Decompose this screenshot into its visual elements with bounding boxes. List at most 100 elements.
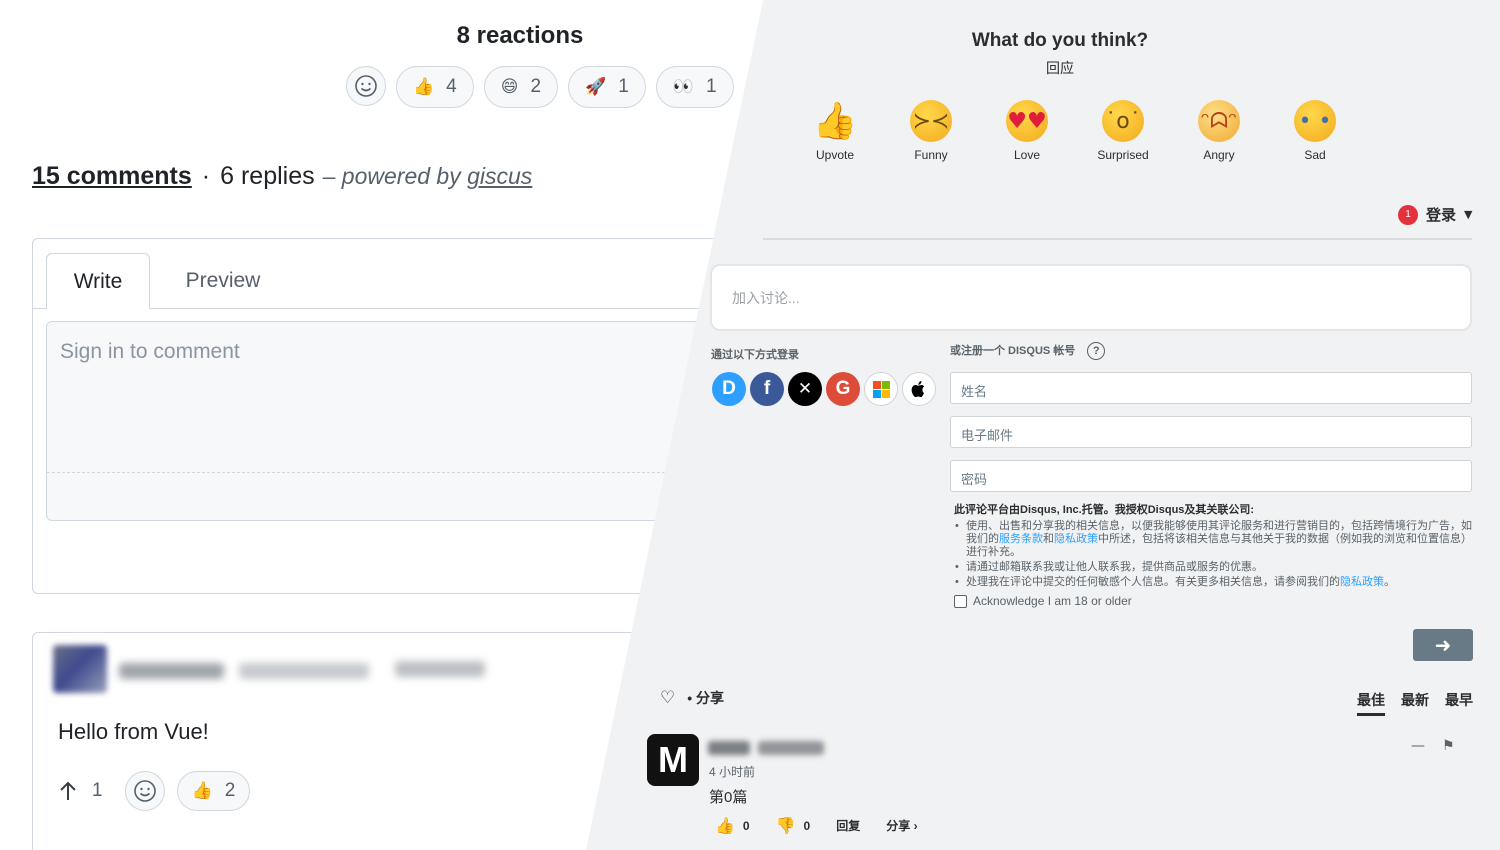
reaction-label: Surprised <box>1097 148 1149 162</box>
header-divider <box>763 238 1472 240</box>
flag-icon[interactable]: ⚑ <box>1442 738 1455 754</box>
heart-icon[interactable]: ♡ <box>660 688 675 708</box>
reaction-count: 4 <box>446 76 457 97</box>
comments-meta: 15 comments · 6 replies – powered by giscus <box>32 162 532 191</box>
giscus-link[interactable]: giscus <box>467 163 532 189</box>
reaction-label: Sad <box>1304 148 1326 162</box>
privacy-policy-link[interactable]: 隐私政策 <box>1054 533 1098 545</box>
comment-actions: 1 👍 2 <box>58 771 251 811</box>
register-label-row: 或注册一个 DISQUS 帐号? <box>950 342 1106 361</box>
avatar <box>53 645 107 693</box>
comment-body: 第0篇 <box>709 789 748 806</box>
register-label: 或注册一个 DISQUS 帐号 <box>950 345 1076 357</box>
sad-face-icon: • • <box>1294 100 1336 142</box>
reaction-surprised[interactable]: ˙o˙ Surprised <box>1075 100 1171 162</box>
dislike-count: 0 <box>803 818 811 833</box>
avatar[interactable]: M <box>647 734 699 786</box>
submit-arrow-button[interactable]: ➜ <box>1413 629 1473 661</box>
disqus-subtitle: 回应 <box>1046 60 1074 76</box>
funny-face-icon: ≻≺ <box>910 100 952 142</box>
name-field[interactable]: 姓名 <box>950 372 1472 404</box>
love-face-icon: ♥♥ <box>1006 100 1048 142</box>
sort-newest[interactable]: 最新 <box>1401 690 1429 710</box>
terms-item: 请通过邮箱联系我或让他人联系我，提供商品或服务的优惠。 <box>954 561 1474 574</box>
privacy-policy-link[interactable]: 隐私政策 <box>1340 576 1384 588</box>
help-icon[interactable]: ? <box>1087 342 1106 361</box>
comments-count-link[interactable]: 15 comments <box>32 162 192 190</box>
disqus-login-icon[interactable]: D <box>712 372 746 406</box>
like-icon[interactable]: 👍 <box>715 816 735 835</box>
comment-reaction-thumbs-up[interactable]: 👍 2 <box>176 771 251 811</box>
discussion-input[interactable]: 加入讨论... <box>710 264 1472 331</box>
terms-item: 使用、出售和分享我的相关信息，以便我能够使用其评论服务和进行营销目的，包括跨情境… <box>954 520 1474 559</box>
reaction-thumbs-up[interactable]: 👍 4 <box>396 66 474 108</box>
terms-of-service-link[interactable]: 服务条款 <box>999 533 1043 545</box>
reaction-label: Love <box>1013 148 1041 162</box>
reaction-eyes[interactable]: 👀 1 <box>655 66 734 108</box>
facebook-login-icon[interactable]: f <box>750 372 784 406</box>
dislike-icon[interactable]: 👎 <box>776 816 796 835</box>
blurred-username <box>119 663 224 679</box>
email-placeholder: 电子邮件 <box>961 428 1014 443</box>
blurred-username <box>758 741 824 755</box>
comment-add-reaction-button[interactable] <box>124 771 165 811</box>
comment-share-button[interactable]: 分享 › <box>886 817 917 834</box>
name-placeholder: 姓名 <box>961 384 988 399</box>
age-checkbox[interactable] <box>954 594 967 608</box>
upvote-button[interactable]: 1 <box>58 780 103 802</box>
upvote-count: 1 <box>92 780 103 801</box>
terms-item: 处理我在评论中提交的任何敏感个人信息。有关更多相关信息，请参阅我们的隐私政策。 <box>954 576 1474 589</box>
login-label: 登录 <box>1426 207 1457 224</box>
reaction-sad[interactable]: • • Sad <box>1267 100 1363 162</box>
reaction-count: 1 <box>705 76 717 97</box>
sort-oldest[interactable]: 最早 <box>1445 690 1473 710</box>
terms-text-part: 处理我在评论中提交的任何敏感个人信息。有关更多相关信息，请参阅我们的 <box>966 576 1340 588</box>
email-field[interactable]: 电子邮件 <box>950 416 1472 448</box>
reaction-love[interactable]: ♥♥ Love <box>979 100 1075 162</box>
comment-actions: 👍 0 👎 0 回复 分享 › <box>715 816 918 835</box>
reaction-count: 2 <box>530 76 542 97</box>
angry-face-icon: ᵔᗣᵔ <box>1198 100 1240 142</box>
reply-button[interactable]: 回复 <box>836 817 860 834</box>
age-acknowledge: Acknowledge I am 18 or older <box>954 594 1132 608</box>
discussion-placeholder: 加入讨论... <box>732 290 800 306</box>
reaction-row: 👍 4 😄 2 🚀 1 👀 1 <box>346 66 734 108</box>
like-count: 0 <box>742 818 750 833</box>
comment-body: Hello from Vue! <box>58 719 209 744</box>
terms-head: 此评论平台由Disqus, Inc.托管。我授权Disqus及其关联公司: <box>954 504 1255 516</box>
comment-time: 4 小时前 <box>709 765 756 779</box>
thumbs-up-icon: 👍 <box>413 77 435 97</box>
arrow-up-icon <box>60 781 76 800</box>
reaction-laugh[interactable]: 😄 2 <box>483 66 559 108</box>
microsoft-login-icon[interactable] <box>864 372 898 406</box>
notification-badge: 1 <box>1398 204 1418 225</box>
powered-by: – powered by giscus <box>323 163 533 189</box>
password-field[interactable]: 密码 <box>950 460 1472 492</box>
tab-write[interactable]: Write <box>46 253 150 309</box>
meta-separator: · <box>201 162 211 190</box>
x-login-icon[interactable]: ✕ <box>788 372 822 406</box>
apple-login-icon[interactable] <box>902 372 936 406</box>
reaction-label: Funny <box>914 148 948 162</box>
social-login: D f ✕ G <box>712 372 936 406</box>
age-label: Acknowledge I am 18 or older <box>973 594 1132 608</box>
login-menu[interactable]: 1 登录 ▼ <box>1398 204 1472 225</box>
google-login-icon[interactable]: G <box>826 372 860 406</box>
sort-best[interactable]: 最佳 <box>1357 690 1385 716</box>
terms-text-part: 和 <box>1043 533 1054 545</box>
reaction-rocket[interactable]: 🚀 1 <box>568 66 646 108</box>
add-reaction-button[interactable] <box>346 66 386 106</box>
blurred-username <box>708 741 750 755</box>
password-placeholder: 密码 <box>961 472 988 487</box>
discussion-bar: ♡ • 分享 <box>660 688 724 708</box>
reaction-angry[interactable]: ᵔᗣᵔ Angry <box>1171 100 1267 162</box>
reaction-label: Upvote <box>815 148 855 162</box>
collapse-icon[interactable]: — <box>1411 738 1425 754</box>
tab-preview[interactable]: Preview <box>163 253 283 309</box>
upvote-face-icon: 👍 <box>812 101 858 142</box>
reaction-upvote[interactable]: 👍 Upvote <box>787 100 883 162</box>
comment-placeholder: Sign in to comment <box>60 340 240 363</box>
reaction-funny[interactable]: ≻≺ Funny <box>883 100 979 162</box>
share-button[interactable]: • 分享 <box>687 688 724 708</box>
replies-count: 6 replies <box>220 162 315 190</box>
